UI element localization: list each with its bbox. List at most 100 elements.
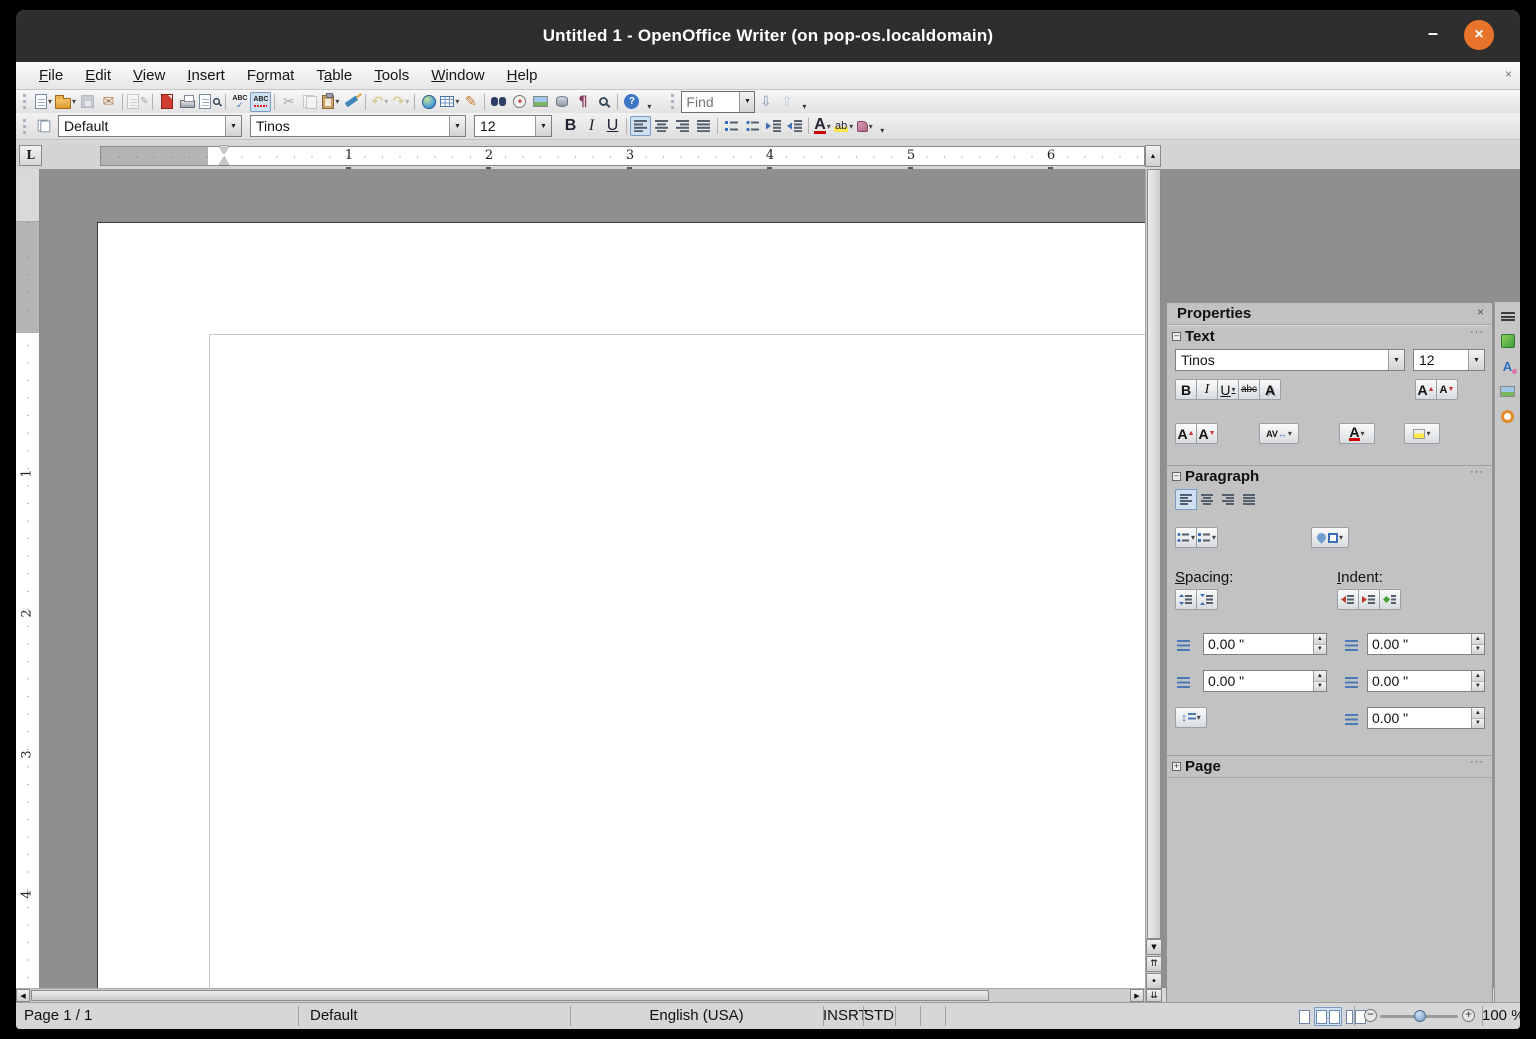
tab-gallery[interactable] xyxy=(1497,380,1519,402)
sidebar-align-left-button[interactable] xyxy=(1175,489,1197,510)
below-spacing-input[interactable] xyxy=(1204,671,1313,691)
bold-button[interactable]: B xyxy=(560,116,581,136)
dropdown-icon[interactable] xyxy=(1388,350,1404,370)
find-replace-button[interactable] xyxy=(488,92,509,112)
spin-down-icon[interactable] xyxy=(1313,644,1326,654)
tab-properties[interactable] xyxy=(1497,330,1519,352)
menu-help[interactable]: Help xyxy=(496,64,549,87)
formatting-marks-button[interactable]: ¶ xyxy=(572,92,593,112)
sidebar-numbering-button[interactable] xyxy=(1196,527,1218,548)
character-spacing-button[interactable]: AV ↔ xyxy=(1259,423,1299,444)
sidebar-bold-button[interactable]: B xyxy=(1175,379,1197,400)
spin-up-icon[interactable] xyxy=(1313,671,1326,682)
copy-button[interactable] xyxy=(299,92,320,112)
text-section-header[interactable]: − Text ··· xyxy=(1167,325,1492,347)
find-next-button[interactable]: ⇩ xyxy=(755,92,776,112)
sidebar-close-icon[interactable]: × xyxy=(1477,305,1484,319)
zoom-slider-track[interactable] xyxy=(1380,1010,1458,1022)
font-dropdown-icon[interactable] xyxy=(449,116,465,136)
spin-up-icon[interactable] xyxy=(1313,634,1326,645)
page-section-header[interactable]: + Page ··· xyxy=(1167,755,1492,777)
data-sources-button[interactable] xyxy=(551,92,572,112)
sidebar-italic-button[interactable]: I xyxy=(1196,379,1218,400)
indent-marker[interactable] xyxy=(219,146,230,166)
draw-functions-button[interactable]: ✎ xyxy=(460,92,481,112)
horizontal-scrollbar-thumb[interactable] xyxy=(31,990,989,1001)
scroll-down-button[interactable] xyxy=(1146,939,1162,955)
previous-page-button[interactable] xyxy=(1146,956,1162,972)
horizontal-scrollbar[interactable] xyxy=(16,988,1145,1002)
tab-stop-type-button[interactable]: L xyxy=(19,145,42,166)
navigator-button[interactable]: ✦ xyxy=(509,92,530,112)
expand-icon[interactable]: + xyxy=(1172,762,1181,771)
subscript-button[interactable]: A ▼ xyxy=(1196,423,1218,444)
increase-indent-button[interactable] xyxy=(784,116,805,136)
font-name-combobox[interactable]: Tinos xyxy=(250,115,466,137)
insert-table-button[interactable] xyxy=(439,92,460,112)
italic-button[interactable]: I xyxy=(581,116,602,136)
align-left-button[interactable] xyxy=(630,116,651,136)
scroll-up-button[interactable] xyxy=(1145,145,1161,167)
zoom-slider-thumb[interactable] xyxy=(1414,1010,1426,1022)
vertical-scrollbar-thumb[interactable] xyxy=(1147,169,1161,939)
auto-spellcheck-button[interactable]: ABC xyxy=(250,91,272,112)
spin-up-icon[interactable] xyxy=(1471,708,1484,719)
export-pdf-button[interactable] xyxy=(156,92,177,112)
minimize-button[interactable]: – xyxy=(1420,22,1446,48)
font-color-button[interactable]: A xyxy=(812,116,833,136)
tab-navigator[interactable] xyxy=(1497,405,1519,427)
line-spacing-button[interactable]: ↕ xyxy=(1175,707,1207,728)
save-button[interactable] xyxy=(77,92,98,112)
status-language[interactable]: English (USA) xyxy=(570,1007,823,1024)
tab-styles[interactable]: A xyxy=(1497,355,1519,377)
find-input[interactable] xyxy=(682,91,740,112)
numbering-button[interactable] xyxy=(721,116,742,136)
cut-button[interactable]: ✂ xyxy=(278,92,299,112)
decrease-indent-button[interactable] xyxy=(763,116,784,136)
bullets-button[interactable] xyxy=(742,116,763,136)
menu-window[interactable]: Window xyxy=(420,64,495,87)
shrink-font-button[interactable]: A ▼ xyxy=(1436,379,1458,400)
status-page-style[interactable]: Default xyxy=(310,1007,358,1024)
strikethrough-button[interactable]: abc xyxy=(1238,379,1260,400)
before-indent-input[interactable] xyxy=(1368,634,1471,654)
horizontal-ruler[interactable]: 1 2 3 4 5 6 xyxy=(100,146,1145,166)
collapse-icon[interactable]: − xyxy=(1172,472,1181,481)
spin-up-icon[interactable] xyxy=(1471,671,1484,682)
scroll-right-button[interactable] xyxy=(1130,989,1144,1002)
toolbar-drag-handle[interactable] xyxy=(671,94,678,109)
view-multiple-pages-button[interactable] xyxy=(1314,1007,1343,1026)
undo-button[interactable]: ↶ xyxy=(369,92,390,112)
redo-button[interactable]: ↷ xyxy=(390,92,411,112)
spin-down-icon[interactable] xyxy=(1313,681,1326,691)
style-dropdown-icon[interactable] xyxy=(225,116,241,136)
increase-spacing-button[interactable] xyxy=(1175,589,1197,610)
above-spacing-input[interactable] xyxy=(1204,634,1313,654)
background-color-button[interactable] xyxy=(854,116,875,136)
zoom-in-button[interactable]: + xyxy=(1462,1009,1475,1022)
page-section-more-button[interactable]: ··· xyxy=(1470,756,1484,768)
edit-file-button[interactable]: ✎ xyxy=(126,92,149,112)
sidebar-align-center-button[interactable] xyxy=(1196,489,1218,510)
status-selection-mode[interactable]: STD xyxy=(863,1007,895,1024)
vertical-scrollbar[interactable] xyxy=(1145,169,1162,1002)
paragraph-section-more-button[interactable]: ··· xyxy=(1470,466,1484,478)
spin-up-icon[interactable] xyxy=(1471,634,1484,645)
sidebar-font-size-combobox[interactable]: 12 xyxy=(1413,349,1485,371)
open-button[interactable] xyxy=(54,92,77,112)
justify-button[interactable] xyxy=(693,116,714,136)
status-page-number[interactable]: Page 1 / 1 xyxy=(24,1007,92,1024)
help-button[interactable]: ? xyxy=(621,92,642,112)
sidebar-increase-indent-button[interactable] xyxy=(1337,589,1359,610)
align-center-button[interactable] xyxy=(651,116,672,136)
paragraph-style-combobox[interactable]: Default xyxy=(58,115,242,137)
vertical-ruler[interactable]: 1 2 3 4 xyxy=(16,169,40,988)
spin-down-icon[interactable] xyxy=(1471,644,1484,654)
menu-format[interactable]: Format xyxy=(236,64,306,87)
after-indent-input[interactable] xyxy=(1368,671,1471,691)
spin-down-icon[interactable] xyxy=(1471,681,1484,691)
align-right-button[interactable] xyxy=(672,116,693,136)
sidebar-font-name-combobox[interactable]: Tinos xyxy=(1175,349,1405,371)
document-page[interactable] xyxy=(97,222,1145,988)
paste-button[interactable] xyxy=(320,92,341,112)
